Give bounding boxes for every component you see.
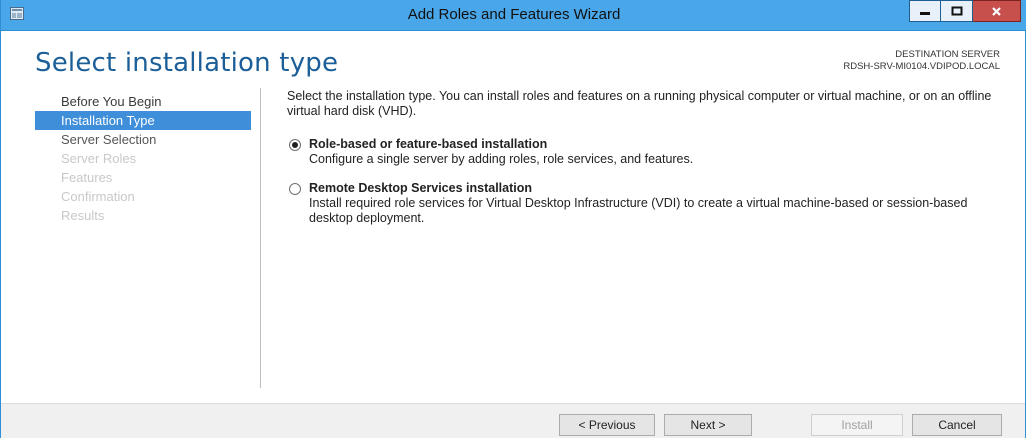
wizard-step-nav: Before You Begin Installation Type Serve… — [35, 92, 251, 225]
option-remote-desktop[interactable]: Remote Desktop Services installation Ins… — [287, 181, 1007, 226]
minimize-icon — [920, 12, 930, 15]
remote-desktop-radio[interactable] — [289, 183, 301, 195]
destination-server-label: DESTINATION SERVER — [895, 49, 1000, 60]
button-bar: < Previous Next > Install Cancel — [1, 403, 1025, 438]
close-icon — [992, 6, 1001, 16]
nav-item-installation-type[interactable]: Installation Type — [35, 111, 251, 130]
page-title: Select installation type — [35, 48, 339, 78]
nav-item-server-selection[interactable]: Server Selection — [35, 130, 251, 149]
minimize-button[interactable] — [909, 0, 941, 22]
destination-server-name: RDSH-SRV-MI0104.VDIPOD.LOCAL — [843, 61, 1000, 72]
nav-item-server-roles: Server Roles — [61, 151, 137, 166]
wizard-window: Add Roles and Features Wizard Select ins… — [0, 0, 1026, 438]
cancel-button[interactable]: Cancel — [912, 414, 1002, 436]
title-bar[interactable]: Add Roles and Features Wizard — [1, 0, 1026, 31]
option-title: Role-based or feature-based installation — [309, 137, 548, 151]
nav-item-features: Features — [61, 170, 113, 185]
nav-item-before-you-begin[interactable]: Before You Begin — [35, 92, 251, 111]
previous-button[interactable]: < Previous — [559, 414, 655, 436]
nav-divider — [260, 88, 261, 388]
role-based-radio[interactable] — [289, 139, 301, 151]
option-title: Remote Desktop Services installation — [309, 181, 532, 195]
nav-item-confirmation: Confirmation — [61, 189, 135, 204]
window-title: Add Roles and Features Wizard — [407, 6, 621, 23]
nav-item-results: Results — [61, 208, 105, 223]
maximize-button[interactable] — [941, 0, 973, 22]
next-button[interactable]: Next > — [664, 414, 752, 436]
intro-text: Select the installation type. You can in… — [287, 89, 992, 118]
maximize-icon — [951, 6, 962, 16]
option-description: Configure a single server by adding role… — [309, 152, 694, 166]
option-role-based[interactable]: Role-based or feature-based installation… — [287, 137, 1007, 167]
close-button[interactable] — [973, 0, 1021, 22]
option-description: Install required role services for Virtu… — [309, 196, 968, 225]
radio-selected-dot — [292, 142, 298, 148]
content-pane: Select the installation type. You can in… — [287, 89, 1007, 240]
install-button: Install — [811, 414, 903, 436]
